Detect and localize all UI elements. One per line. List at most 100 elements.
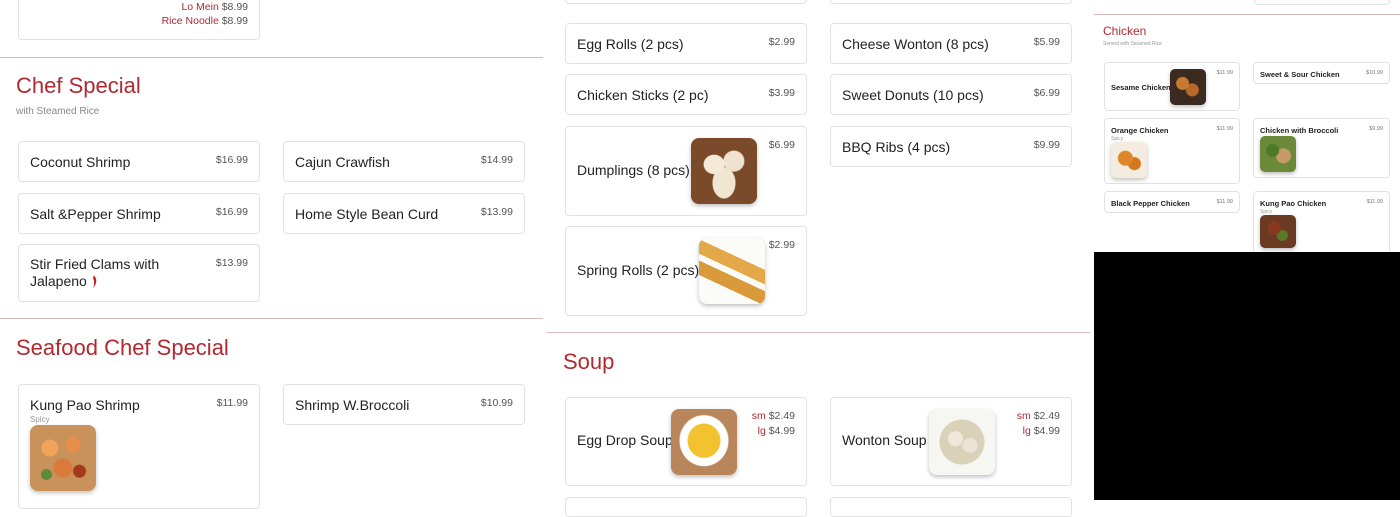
item-name: Kung Pao Chicken [1260,199,1327,208]
item-price: $2.99 [768,36,795,48]
item-name: BBQ Ribs (4 pcs) [842,139,951,155]
item-price: $11.99 [1216,126,1233,132]
dumplings-photo [691,138,757,204]
section-divider [0,57,543,58]
item-name: Egg Drop Soup [577,432,673,448]
rice-noodle-price: $8.99 [221,15,248,27]
menu-item-card[interactable]: Egg Drop Soup sm $2.49 lg $4.99 [565,397,807,486]
menu-item-card[interactable]: Dumplings (8 pcs) $6.99 [565,126,807,216]
item-name: Coconut Shrimp [30,154,131,170]
rice-noodle-label: Rice Noodle [161,15,219,27]
menu-item-card[interactable]: Coconut Shrimp $16.99 [18,141,260,182]
menu-item-card[interactable]: Spring Rolls (2 pcs) $2.99 [565,226,807,316]
item-name: Kung Pao Shrimp [30,397,140,413]
item-name: Sweet Donuts (10 pcs) [842,87,984,103]
small-price: $2.49 [768,410,795,422]
item-name: Chicken Sticks (2 pc) [577,87,709,103]
item-price: $2.99 [768,239,795,251]
item-price: $13.99 [480,206,513,218]
menu-item-card[interactable]: Wonton Soup sm $2.49 lg $4.99 [830,397,1072,486]
item-name: Cheese Wonton (8 pcs) [842,36,989,52]
small-price: $2.49 [1033,410,1060,422]
chili-pepper-icon [92,275,97,288]
kung-pao-chicken-photo [1260,215,1296,248]
orange-chicken-photo [1111,142,1147,178]
large-price: $4.99 [768,425,795,437]
kung-pao-shrimp-photo [30,425,96,491]
item-name: Sesame Chicken [1111,83,1171,92]
item-price: $14.99 [480,154,513,166]
noodle-card[interactable]: Lo Mein $8.99 Rice Noodle $8.99 [18,0,260,40]
item-name: Home Style Bean Curd [295,206,439,222]
menu-item-card [830,497,1072,517]
item-name: Egg Rolls (2 pcs) [577,36,684,52]
menu-item-card[interactable]: Chicken Sticks (2 pc) $3.99 [565,74,807,115]
menu-item-card [830,0,1072,4]
item-name: Shrimp W.Broccoli [295,397,410,413]
menu-item-card [565,0,807,4]
large-price: $4.99 [1033,425,1060,437]
section-divider [0,318,543,319]
empty-black-area [1094,252,1400,500]
size-large-label: lg [757,425,766,437]
spicy-tag: Spicy [30,415,50,424]
chef-special-title: Chef Special [16,73,141,98]
sesame-chicken-photo [1170,69,1206,105]
item-price: $6.99 [768,139,795,151]
item-price: $9.99 [1369,126,1383,132]
item-price: $3.99 [768,87,795,99]
menu-item-card[interactable]: Sesame Chicken $11.99 [1104,62,1240,111]
menu-item-card[interactable]: Sweet Donuts (10 pcs) $6.99 [830,74,1072,115]
soup-title: Soup [563,349,615,374]
item-price: $6.99 [1033,87,1060,99]
item-name: Sweet & Sour Chicken [1260,70,1340,79]
item-price: $11.99 [1216,199,1233,205]
seafood-chef-special-title: Seafood Chef Special [16,335,229,360]
menu-item-card[interactable]: Black Pepper Chicken $11.99 [1104,191,1240,213]
lo-mein-label: Lo Mein [181,1,219,13]
item-price: $16.99 [215,206,248,218]
menu-item-card[interactable]: Orange Chicken Spicy $11.99 [1104,118,1240,184]
section-divider [1094,14,1400,15]
item-name: Dumplings (8 pcs) [577,162,690,178]
item-price: $13.99 [215,257,248,269]
item-name: Black Pepper Chicken [1111,199,1190,208]
item-price: $10.99 [480,397,513,409]
item-price: $11.99 [1366,199,1383,205]
menu-item-card [1254,0,1390,5]
section-divider [547,332,1090,333]
menu-item-card[interactable]: Home Style Bean Curd $13.99 [283,193,525,234]
item-price: $9.99 [1033,139,1060,151]
item-price: $11.99 [1216,70,1233,76]
menu-item-card[interactable]: Kung Pao Shrimp Spicy $11.99 [18,384,260,509]
egg-drop-soup-photo [671,409,737,475]
menu-item-card[interactable]: Sweet & Sour Chicken $10.99 [1253,62,1390,84]
item-name: Cajun Crawfish [295,154,390,170]
menu-item-card[interactable]: Stir Fried Clams with Jalapeno $13.99 [18,244,260,302]
menu-item-card[interactable]: Chicken with Broccoli $9.99 [1253,118,1390,178]
chicken-broccoli-photo [1260,136,1296,172]
menu-item-card[interactable]: Cheese Wonton (8 pcs) $5.99 [830,23,1072,64]
menu-item-card[interactable]: Cajun Crawfish $14.99 [283,141,525,182]
menu-item-card[interactable]: Shrimp W.Broccoli $10.99 [283,384,525,425]
item-name: Wonton Soup [842,432,927,448]
size-small-label: sm [1016,410,1031,422]
item-name: Orange Chicken [1111,126,1169,135]
menu-item-card[interactable]: Egg Rolls (2 pcs) $2.99 [565,23,807,64]
size-large-label: lg [1022,425,1031,437]
item-price: $11.99 [216,397,248,409]
item-name: Spring Rolls (2 pcs) [577,262,700,278]
item-price: $10.99 [1366,70,1383,76]
chicken-subtitle: Served with Steamed Rice [1103,41,1162,47]
item-name: Chicken with Broccoli [1260,126,1339,135]
item-price: $5.99 [1033,36,1060,48]
menu-item-card [565,497,807,517]
chicken-title: Chicken [1103,24,1147,38]
chicken-preview-panel: Chicken Served with Steamed Rice Sesame … [1094,0,1400,257]
menu-item-card[interactable]: Kung Pao Chicken Spicy $11.99 [1253,191,1390,257]
menu-item-card[interactable]: Salt &Pepper Shrimp $16.99 [18,193,260,234]
menu-item-card[interactable]: BBQ Ribs (4 pcs) $9.99 [830,126,1072,167]
wonton-soup-photo [929,409,995,475]
chef-special-subtitle: with Steamed Rice [16,106,100,117]
spring-rolls-photo [699,238,765,304]
